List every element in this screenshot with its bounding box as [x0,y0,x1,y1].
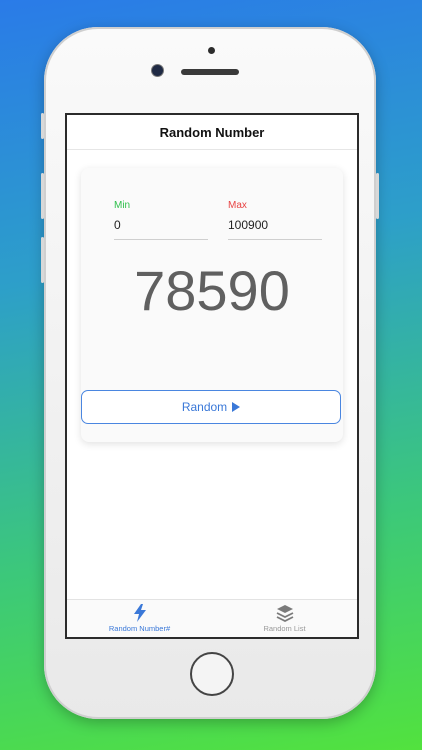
max-field: Max 100900 [228,200,322,240]
tab-random-number-label: Random Number# [108,624,171,633]
volume-down-button [41,237,44,283]
main-content: Min 0 Max 100900 78590 Random [67,150,357,601]
max-input[interactable]: 100900 [228,217,322,240]
random-button-label: Random [181,400,228,414]
navigation-bar: Random Number [67,115,357,150]
home-button[interactable] [190,652,234,696]
app-screen: Random Number Min 0 Max 100900 78590 Ran… [65,113,359,639]
play-icon [232,402,241,412]
page-title: Random Number [159,124,265,140]
tab-bar: Random Number# Random List [67,599,357,637]
phone-frame: Random Number Min 0 Max 100900 78590 Ran… [41,27,379,719]
random-button[interactable]: Random [81,390,341,424]
layers-icon [276,605,293,622]
camera-lens [152,65,163,76]
min-label: Min [114,200,131,211]
front-camera [208,47,215,54]
earpiece-speaker [181,69,239,75]
mute-switch [41,113,44,139]
tab-random-list-label: Random List [263,624,306,633]
result-number: 78590 [134,259,290,322]
tab-random-list[interactable]: Random List [212,600,357,637]
volume-up-button [41,173,44,219]
generator-card: Min 0 Max 100900 78590 Random [81,168,343,442]
power-button [376,173,379,219]
min-field: Min 0 [114,200,208,240]
min-input[interactable]: 0 [114,217,208,240]
tab-random-number[interactable]: Random Number# [67,600,212,637]
lightning-icon [133,604,146,622]
max-label: Max [228,200,247,211]
